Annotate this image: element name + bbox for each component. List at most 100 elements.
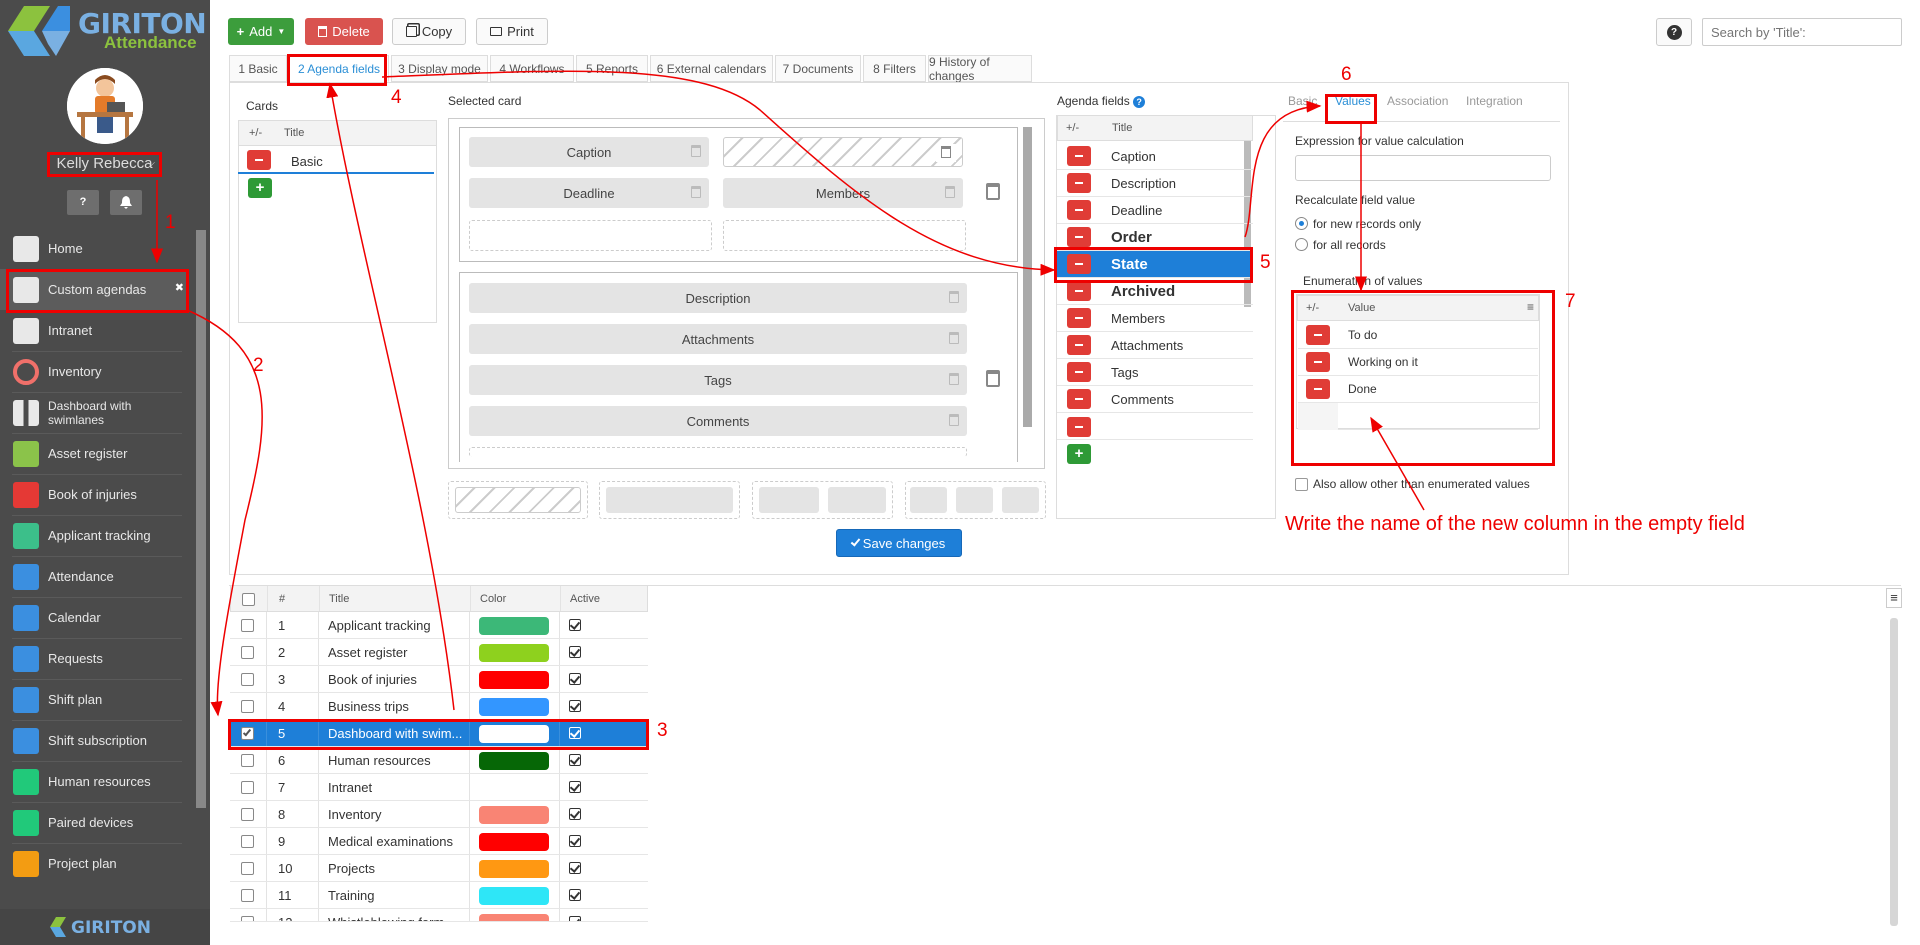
- close-icon[interactable]: ✖: [175, 281, 184, 294]
- remove-value-button[interactable]: [1306, 325, 1330, 345]
- agenda-field-row[interactable]: Caption: [1057, 143, 1253, 170]
- add-field-button[interactable]: +: [1067, 444, 1091, 464]
- bottom-scrollbar[interactable]: [1890, 618, 1898, 926]
- enum-value-row[interactable]: To do: [1298, 322, 1538, 349]
- table-row[interactable]: 10 Projects: [230, 855, 648, 882]
- tab-1[interactable]: 1 Basic: [229, 55, 287, 82]
- row-checkbox[interactable]: [241, 700, 254, 713]
- enum-empty-row[interactable]: [1298, 403, 1538, 430]
- row-checkbox[interactable]: [241, 808, 254, 821]
- tab-4[interactable]: 4 Workflows: [490, 55, 574, 82]
- agenda-field-row[interactable]: Description: [1057, 170, 1253, 197]
- sidebar-item-paired-devices[interactable]: Paired devices: [0, 802, 186, 843]
- delete-button[interactable]: Delete: [305, 18, 383, 45]
- sidebar-item-shift-plan[interactable]: Shift plan: [0, 679, 186, 720]
- sidebar-item-inventory[interactable]: Inventory: [0, 351, 186, 392]
- right-tab-integration[interactable]: Integration: [1466, 94, 1523, 108]
- remove-value-button[interactable]: [1306, 352, 1330, 372]
- agenda-field-row[interactable]: Archived: [1057, 278, 1253, 305]
- also-allow-checkbox[interactable]: Also allow other than enumerated values: [1295, 477, 1595, 493]
- card-field-description[interactable]: Description: [469, 283, 967, 313]
- agenda-field-empty-row[interactable]: [1057, 413, 1253, 440]
- remove-field-button[interactable]: [1067, 227, 1091, 247]
- table-row[interactable]: 12 Whistleblowing form...: [230, 909, 648, 922]
- tab-2[interactable]: 2 Agenda fields: [289, 55, 389, 82]
- right-tab-basic[interactable]: Basic: [1288, 94, 1317, 108]
- add-card-button[interactable]: +: [248, 178, 272, 198]
- tab-7[interactable]: 7 Documents: [775, 55, 861, 82]
- trash-icon[interactable]: [949, 332, 959, 344]
- remove-card-button[interactable]: [247, 150, 271, 170]
- remove-field-button[interactable]: [1067, 389, 1091, 409]
- tab-5[interactable]: 5 Reports: [576, 55, 648, 82]
- remove-value-button[interactable]: [1306, 379, 1330, 399]
- agenda-field-row[interactable]: Attachments: [1057, 332, 1253, 359]
- agenda-field-row[interactable]: Members: [1057, 305, 1253, 332]
- card-field-placeholder[interactable]: [723, 137, 963, 167]
- expression-input[interactable]: [1295, 155, 1551, 181]
- sidebar-item-calendar[interactable]: Calendar: [0, 597, 186, 638]
- sidebar-item-attendance[interactable]: Attendance: [0, 556, 186, 597]
- enum-value-row[interactable]: Done: [1298, 376, 1538, 403]
- radio-new-records[interactable]: for new records only: [1295, 216, 1495, 232]
- row-checkbox[interactable]: [241, 727, 254, 740]
- empty-slot[interactable]: [469, 220, 712, 251]
- table-row[interactable]: 1 Applicant tracking: [230, 612, 648, 639]
- trash-icon[interactable]: [945, 186, 955, 198]
- table-row[interactable]: 4 Business trips: [230, 693, 648, 720]
- sidebar-item-human-resources[interactable]: Human resources: [0, 761, 186, 802]
- selected-card-scrollbar[interactable]: [1023, 127, 1032, 427]
- save-changes-button[interactable]: Save changes: [836, 529, 962, 557]
- row-checkbox[interactable]: [241, 619, 254, 632]
- sidebar-scrollbar[interactable]: [196, 230, 206, 808]
- agenda-field-row[interactable]: Tags: [1057, 359, 1253, 386]
- cards-row[interactable]: Basic: [238, 147, 434, 174]
- copy-button[interactable]: Copy: [392, 18, 466, 45]
- tab-9[interactable]: 9 History of changes: [928, 55, 1032, 83]
- add-button[interactable]: + Add ▼: [228, 18, 294, 45]
- layout-template-1[interactable]: [448, 481, 588, 519]
- sidebar-item-asset-register[interactable]: Asset register: [0, 433, 186, 474]
- sidebar-item-shift-subscription[interactable]: Shift subscription: [0, 720, 186, 761]
- card-field-members[interactable]: Members: [723, 178, 963, 208]
- remove-field-button[interactable]: [1067, 335, 1091, 355]
- delete-row-icon[interactable]: [986, 370, 1000, 387]
- trash-icon[interactable]: [949, 414, 959, 426]
- agenda-field-row[interactable]: Order: [1057, 224, 1253, 251]
- tab-3[interactable]: 3 Display mode: [391, 55, 488, 82]
- table-row[interactable]: 2 Asset register: [230, 639, 648, 666]
- sidebar-item-project-plan[interactable]: Project plan: [0, 843, 186, 884]
- notifications-button[interactable]: [110, 190, 142, 215]
- enum-value-row[interactable]: Working on it: [1298, 349, 1538, 376]
- table-row[interactable]: 8 Inventory: [230, 801, 648, 828]
- remove-field-button[interactable]: [1067, 173, 1091, 193]
- empty-slot[interactable]: [723, 220, 966, 251]
- table-row[interactable]: 9 Medical examinations: [230, 828, 648, 855]
- card-field-caption[interactable]: Caption: [469, 137, 709, 167]
- search-input[interactable]: [1702, 18, 1902, 46]
- card-field-comments[interactable]: Comments: [469, 406, 967, 436]
- delete-row-icon[interactable]: [986, 183, 1000, 200]
- row-checkbox[interactable]: [241, 862, 254, 875]
- table-row[interactable]: 3 Book of injuries: [230, 666, 648, 693]
- row-checkbox[interactable]: [241, 781, 254, 794]
- table-row[interactable]: 11 Training: [230, 882, 648, 909]
- remove-field-button[interactable]: [1067, 146, 1091, 166]
- card-field-deadline[interactable]: Deadline: [469, 178, 709, 208]
- layout-template-4[interactable]: [905, 481, 1046, 519]
- row-checkbox[interactable]: [241, 889, 254, 902]
- agenda-field-row[interactable]: Comments: [1057, 386, 1253, 413]
- sidebar-item-requests[interactable]: Requests: [0, 638, 186, 679]
- row-checkbox[interactable]: [241, 916, 254, 921]
- remove-field-button[interactable]: [1067, 254, 1091, 274]
- trash-icon[interactable]: [691, 145, 701, 157]
- trash-icon[interactable]: [949, 291, 959, 303]
- sidebar-item-applicant-tracking[interactable]: Applicant tracking: [0, 515, 186, 556]
- right-tab-association[interactable]: Association: [1387, 94, 1448, 108]
- remove-field-button[interactable]: [1067, 362, 1091, 382]
- agenda-field-row[interactable]: Deadline: [1057, 197, 1253, 224]
- column-menu-icon[interactable]: ≡: [1527, 300, 1534, 314]
- table-row[interactable]: 7 Intranet: [230, 774, 648, 801]
- layout-template-2[interactable]: [599, 481, 740, 519]
- table-row[interactable]: 5 Dashboard with swim...: [230, 720, 648, 747]
